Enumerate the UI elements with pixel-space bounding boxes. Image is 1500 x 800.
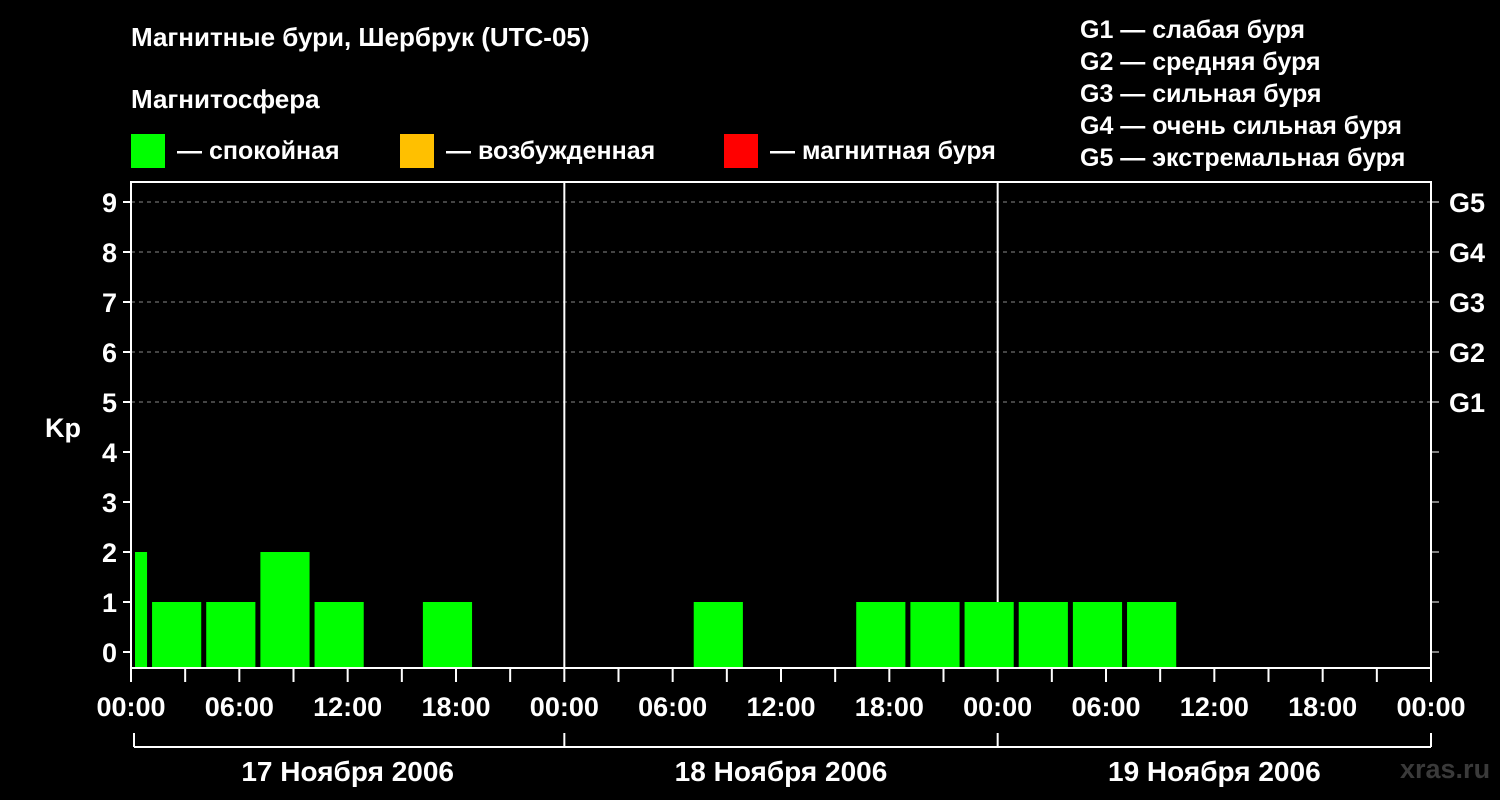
y-tick-label: 9 <box>102 188 117 218</box>
x-tick-label: 18:00 <box>421 692 490 722</box>
y-tick-label: 1 <box>102 588 117 618</box>
g-level-label: G2 <box>1449 338 1485 368</box>
kp-bar-3 <box>260 552 310 668</box>
kp-bar-11 <box>693 602 743 668</box>
day-label: 18 Ноября 2006 <box>675 756 888 787</box>
x-tick-label: 06:00 <box>638 692 707 722</box>
kp-bar-14 <box>856 602 906 668</box>
kp-bar-16 <box>964 602 1014 668</box>
x-tick-label: 06:00 <box>205 692 274 722</box>
y-tick-label: 8 <box>102 238 117 268</box>
g-level-label: G4 <box>1449 238 1485 268</box>
x-tick-label: 12:00 <box>1180 692 1249 722</box>
y-tick-label: 5 <box>102 388 117 418</box>
x-tick-label: 18:00 <box>855 692 924 722</box>
y-tick-label: 4 <box>102 438 117 468</box>
x-tick-label: 00:00 <box>530 692 599 722</box>
g-level-label: G3 <box>1449 288 1485 318</box>
y-axis-label: Kp <box>45 413 81 443</box>
kp-bar-17 <box>1018 602 1068 668</box>
kp-bar-4 <box>314 602 364 668</box>
kp-bar-2 <box>206 602 256 668</box>
x-tick-label: 00:00 <box>96 692 165 722</box>
kp-bar-1 <box>152 602 202 668</box>
day-label: 19 Ноября 2006 <box>1108 756 1321 787</box>
g-level-label: G5 <box>1449 188 1485 218</box>
g-level-label: G1 <box>1449 388 1485 418</box>
y-tick-label: 6 <box>102 338 117 368</box>
y-tick-label: 7 <box>102 288 117 318</box>
x-tick-label: 00:00 <box>963 692 1032 722</box>
kp-bar-19 <box>1127 602 1177 668</box>
x-tick-label: 06:00 <box>1071 692 1140 722</box>
x-tick-label: 12:00 <box>313 692 382 722</box>
kp-bar-15 <box>910 602 960 668</box>
plot-frame <box>130 181 1432 669</box>
x-tick-label: 12:00 <box>746 692 815 722</box>
kp-bar-18 <box>1072 602 1123 668</box>
y-tick-label: 0 <box>102 638 117 668</box>
y-tick-label: 2 <box>102 538 117 568</box>
y-tick-label: 3 <box>102 488 117 518</box>
watermark: xras.ru <box>1400 754 1491 784</box>
day-label: 17 Ноября 2006 <box>241 756 454 787</box>
kp-bar-6 <box>422 602 473 668</box>
x-tick-label: 00:00 <box>1396 692 1465 722</box>
kp-bar-0 <box>135 552 148 668</box>
x-tick-label: 18:00 <box>1288 692 1357 722</box>
kp-bar-chart: 0 1 2 3 4 5 6 7 8 9 G1 G2 G3 G4 G5 Kp 00:00 06:00 12:00 18:… <box>45 181 1485 787</box>
